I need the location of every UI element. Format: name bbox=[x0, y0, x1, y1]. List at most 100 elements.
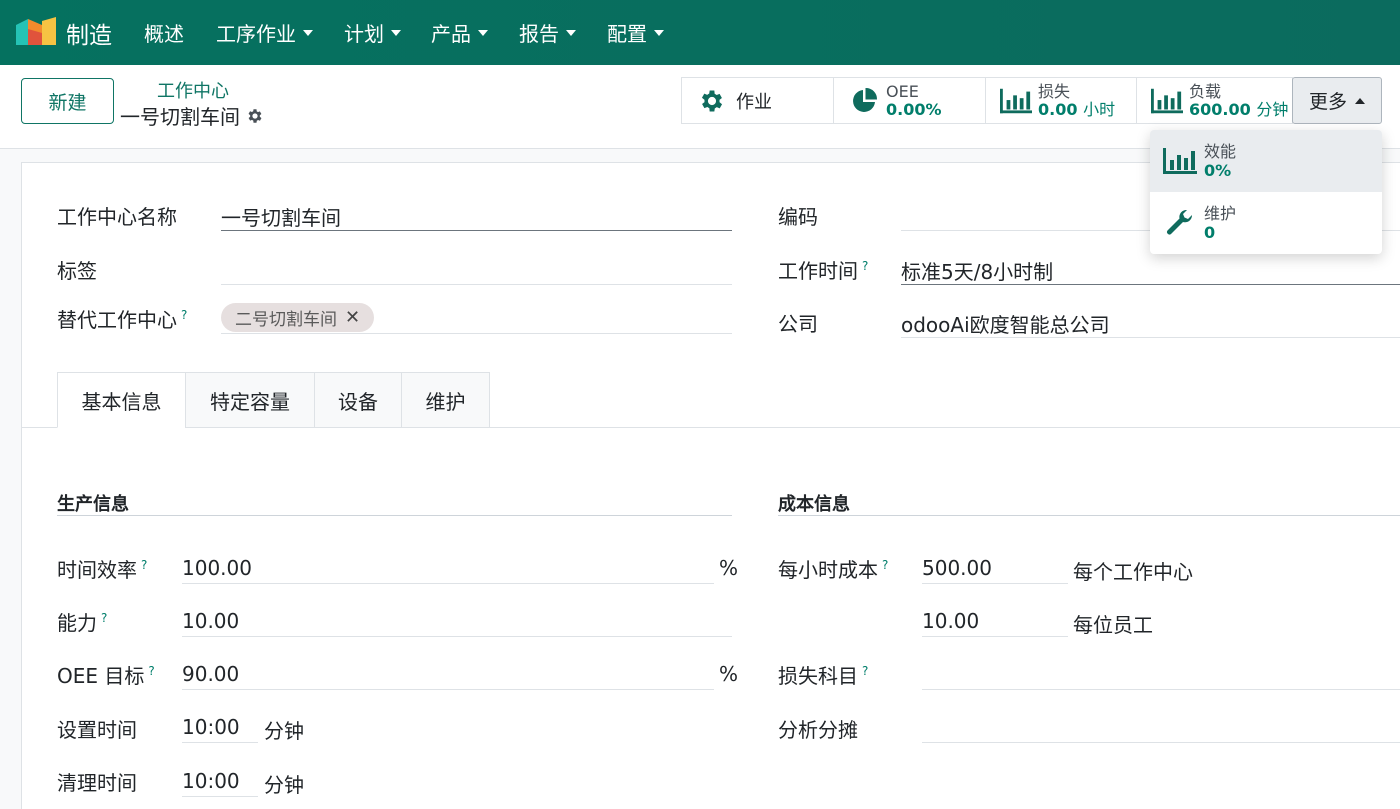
analytic-distribution-input[interactable] bbox=[922, 742, 1400, 743]
gear-icon bbox=[696, 88, 728, 114]
alt-workcenter-label-text: 替代工作中心 bbox=[57, 308, 177, 332]
time-efficiency-input[interactable]: 100.00 bbox=[182, 556, 252, 580]
working-hours-input[interactable]: 标准5天/8小时制 bbox=[901, 256, 1053, 285]
tags-input[interactable] bbox=[221, 284, 732, 285]
bar-chart-icon bbox=[1151, 88, 1183, 114]
caret-down-icon bbox=[303, 29, 313, 36]
tag-label: 二号切割车间 bbox=[235, 310, 337, 330]
load-smart-button[interactable]: 负载 600.00 分钟 bbox=[1136, 77, 1293, 124]
caret-down-icon bbox=[478, 29, 488, 36]
help-icon[interactable]: ? bbox=[862, 259, 868, 273]
cost-per-hour-input[interactable]: 500.00 bbox=[922, 556, 992, 580]
bar-chart-icon bbox=[1000, 88, 1032, 114]
menu-planning[interactable]: 计划 bbox=[344, 18, 401, 47]
remove-tag-icon[interactable]: ✕ bbox=[345, 307, 360, 328]
oee-smart-button[interactable]: OEE 0.00% bbox=[833, 77, 986, 124]
loss-label: 损失 bbox=[1038, 81, 1071, 101]
production-divider bbox=[57, 515, 732, 516]
menu-label: 概述 bbox=[144, 22, 184, 46]
efficiency-smart-button[interactable]: 效能 0% bbox=[1150, 130, 1382, 192]
maintenance-smart-button[interactable]: 维护 0 bbox=[1150, 192, 1382, 254]
bar-chart-icon bbox=[1162, 146, 1198, 176]
menu-reporting[interactable]: 报告 bbox=[519, 18, 576, 47]
manufacturing-logo-icon[interactable] bbox=[16, 17, 56, 45]
more-button[interactable]: 更多 bbox=[1292, 77, 1382, 124]
efficiency-value: 0% bbox=[1204, 161, 1232, 180]
help-icon[interactable]: ? bbox=[148, 664, 154, 678]
menu-overview[interactable]: 概述 bbox=[144, 18, 184, 47]
per-employee-text: 每位员工 bbox=[1073, 613, 1153, 637]
cost-section-title: 成本信息 bbox=[778, 494, 850, 515]
capacity-input[interactable]: 10.00 bbox=[182, 609, 239, 633]
oee-target-label: OEE 目标? bbox=[57, 660, 155, 689]
tags-label: 标签 bbox=[57, 259, 97, 283]
help-icon[interactable]: ? bbox=[141, 558, 147, 572]
name-label: 工作中心名称 bbox=[57, 205, 177, 229]
tab-maintenance[interactable]: 维护 bbox=[401, 372, 490, 428]
cleanup-time-unit: 分钟 bbox=[264, 773, 304, 797]
loss-unit: 小时 bbox=[1083, 99, 1116, 119]
cost-per-hour-underline bbox=[922, 583, 1068, 584]
production-section-title: 生产信息 bbox=[57, 494, 129, 515]
cleanup-time-input[interactable]: 10:00 bbox=[182, 769, 240, 793]
menu-operations[interactable]: 工序作业 bbox=[216, 18, 313, 47]
loss-value: 0.00 bbox=[1038, 99, 1078, 119]
loss-text: 损失 0.00 小时 bbox=[1038, 81, 1116, 119]
new-button[interactable]: 新建 bbox=[21, 78, 114, 124]
alt-workcenter-input[interactable] bbox=[221, 333, 732, 334]
percent-sign: % bbox=[719, 662, 739, 686]
cost-divider bbox=[778, 515, 1400, 516]
loss-account-input[interactable] bbox=[922, 689, 1400, 690]
efficiency-label: 效能 bbox=[1204, 142, 1237, 161]
setup-time-input[interactable]: 10:00 bbox=[182, 715, 240, 739]
tab-specific-capacity[interactable]: 特定容量 bbox=[185, 372, 315, 428]
oee-value: 0.00% bbox=[886, 99, 942, 119]
setup-time-label: 设置时间 bbox=[57, 718, 137, 742]
capacity-label-text: 能力 bbox=[57, 611, 97, 635]
cost-per-hour-label-text: 每小时成本 bbox=[778, 558, 878, 582]
code-label: 编码 bbox=[778, 205, 818, 229]
maintenance-value: 0 bbox=[1204, 223, 1216, 242]
menu-label: 产品 bbox=[431, 22, 471, 46]
help-icon[interactable]: ? bbox=[101, 611, 107, 625]
menu-products[interactable]: 产品 bbox=[431, 18, 488, 47]
time-efficiency-label: 时间效率? bbox=[57, 554, 147, 583]
breadcrumb-current: 一号切割车间 bbox=[120, 101, 264, 130]
load-unit: 分钟 bbox=[1256, 99, 1289, 119]
name-input[interactable]: 一号切割车间 bbox=[221, 202, 341, 231]
caret-down-icon bbox=[654, 29, 664, 36]
wrench-icon bbox=[1162, 208, 1198, 238]
more-dropdown-menu: 效能 0% 维护 0 bbox=[1150, 130, 1382, 254]
help-icon[interactable]: ? bbox=[862, 664, 868, 678]
percent-sign: % bbox=[719, 556, 739, 580]
employee-cost-input[interactable]: 10.00 bbox=[922, 609, 979, 633]
help-icon[interactable]: ? bbox=[181, 308, 187, 322]
more-label: 更多 bbox=[1308, 91, 1347, 113]
gear-icon[interactable] bbox=[246, 107, 264, 125]
capacity-underline bbox=[182, 636, 732, 637]
caret-down-icon bbox=[566, 29, 576, 36]
working-hours-label-text: 工作时间 bbox=[778, 259, 858, 283]
setup-time-underline bbox=[182, 742, 258, 743]
caret-up-icon bbox=[1355, 97, 1365, 104]
company-underline bbox=[901, 337, 1400, 338]
company-input[interactable]: odooAi欧度智能总公司 bbox=[901, 309, 1110, 338]
name-underline bbox=[221, 230, 732, 231]
app-brand[interactable]: 制造 bbox=[66, 16, 112, 50]
load-label: 负载 bbox=[1189, 81, 1222, 101]
operations-smart-button[interactable]: 作业 bbox=[681, 77, 834, 124]
breadcrumb-parent[interactable]: 工作中心 bbox=[157, 77, 229, 103]
oee-target-input[interactable]: 90.00 bbox=[182, 662, 239, 686]
tab-equipment[interactable]: 设备 bbox=[314, 372, 402, 428]
load-text: 负载 600.00 分钟 bbox=[1189, 81, 1289, 119]
capacity-label: 能力? bbox=[57, 607, 107, 636]
form-sheet bbox=[21, 162, 1400, 809]
setup-time-unit: 分钟 bbox=[264, 719, 304, 743]
loss-account-label: 损失科目? bbox=[778, 660, 868, 689]
tab-general-info[interactable]: 基本信息 bbox=[57, 372, 186, 428]
cost-per-hour-label: 每小时成本? bbox=[778, 554, 888, 583]
cleanup-time-label: 清理时间 bbox=[57, 771, 137, 795]
menu-configuration[interactable]: 配置 bbox=[607, 18, 664, 47]
help-icon[interactable]: ? bbox=[882, 558, 888, 572]
loss-smart-button[interactable]: 损失 0.00 小时 bbox=[985, 77, 1137, 124]
